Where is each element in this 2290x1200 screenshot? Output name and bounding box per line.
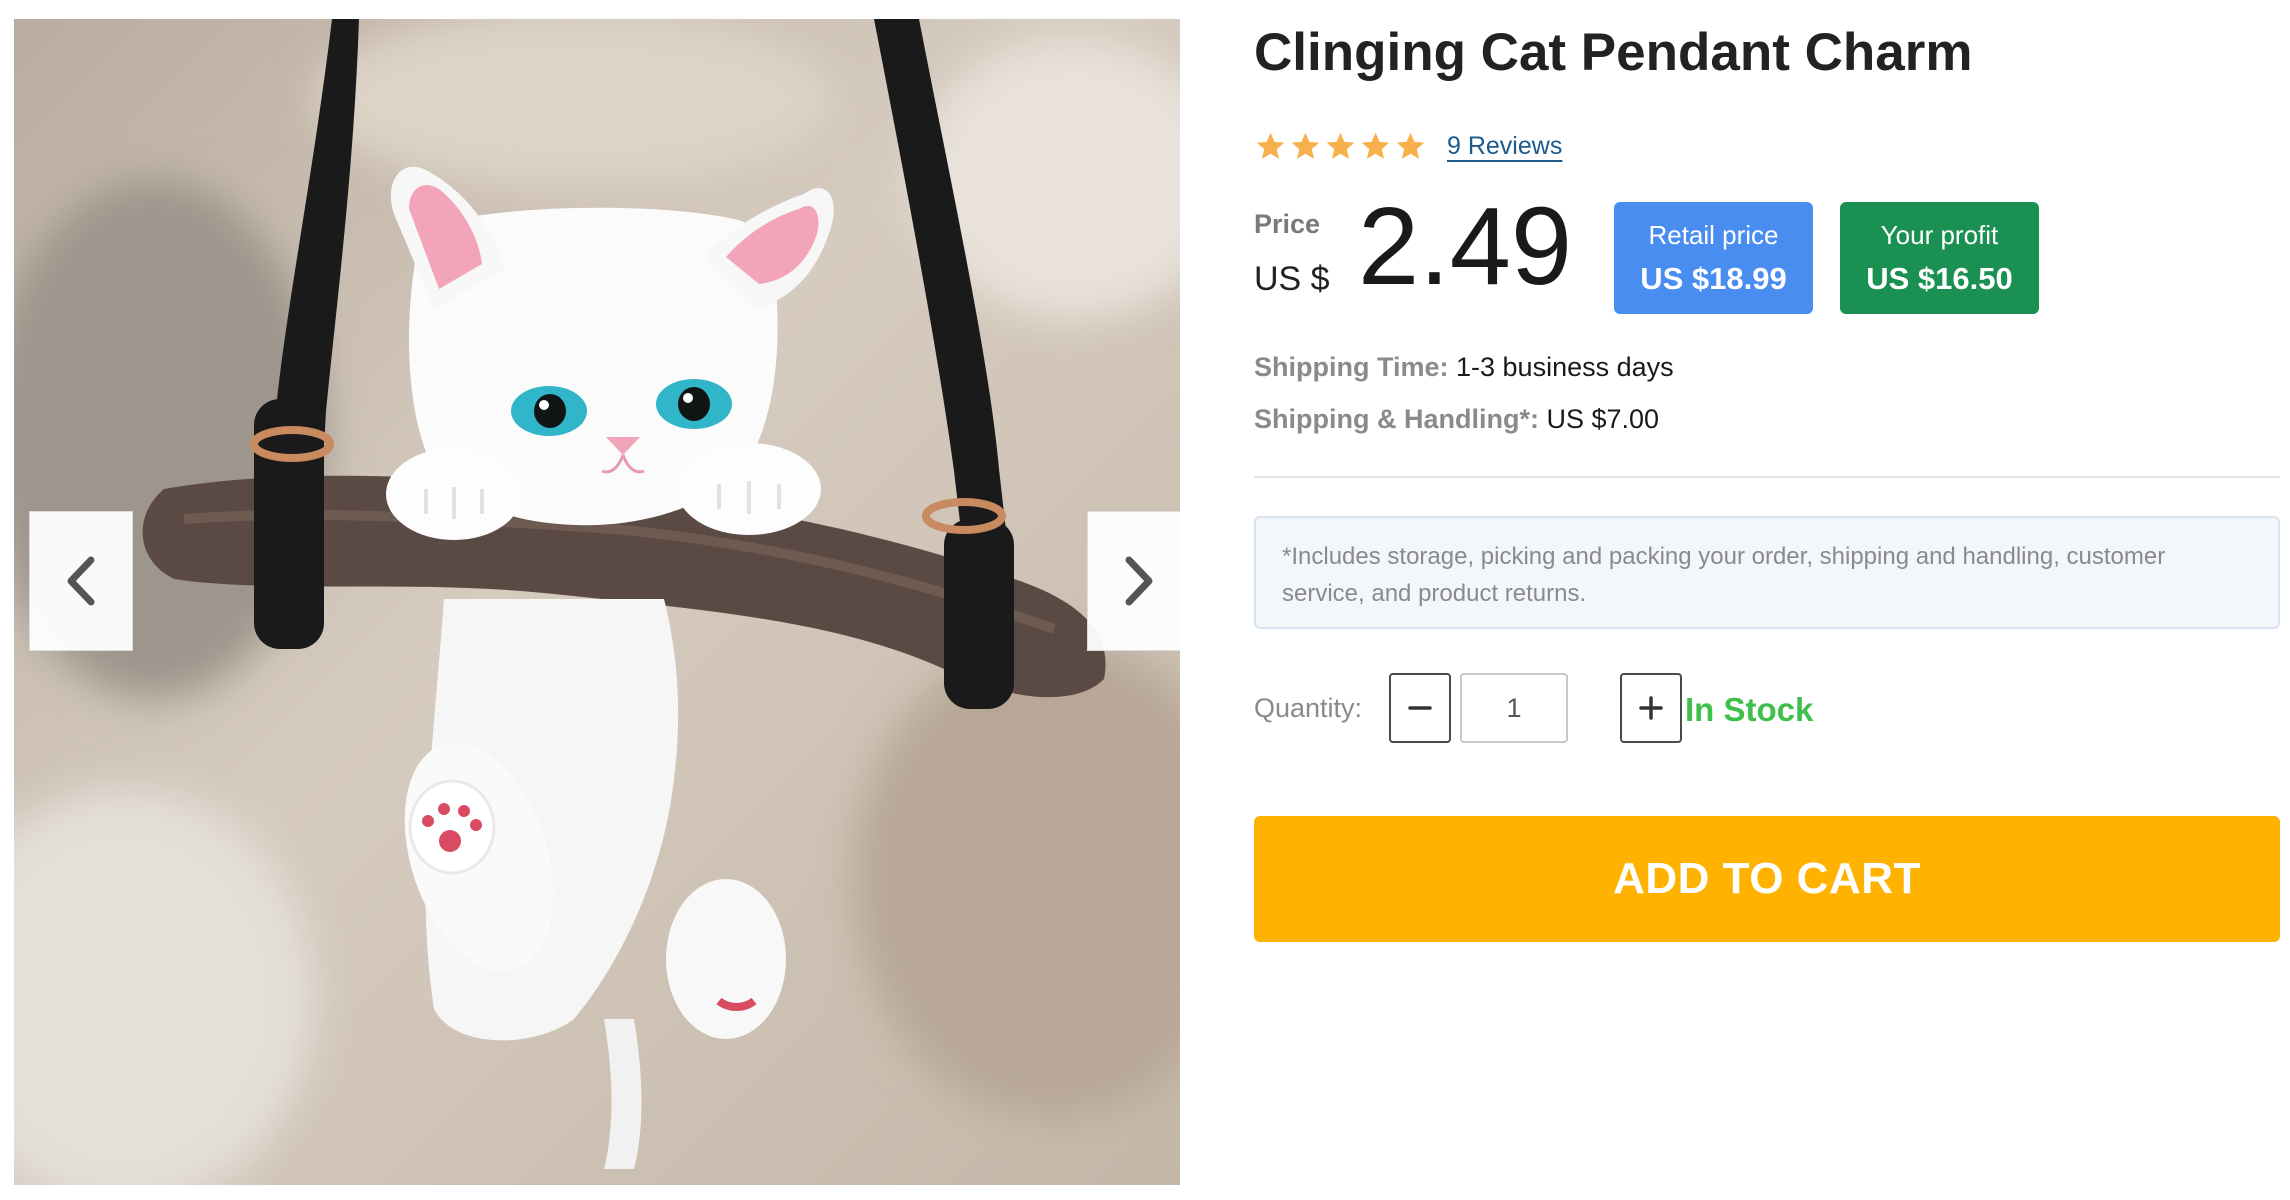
quantity-input[interactable] [1460, 673, 1568, 743]
profit-badge: Your profit US $16.50 [1840, 202, 2039, 314]
star-rating [1254, 130, 1427, 163]
product-image [14, 19, 1180, 1185]
decrease-quantity-button[interactable] [1389, 673, 1451, 743]
retail-price-value: US $18.99 [1640, 260, 1787, 296]
star-icon [1326, 132, 1355, 159]
shipping-handling-row: Shipping & Handling*: US $7.00 [1254, 404, 1659, 435]
price-label: Price [1254, 209, 1321, 239]
product-image-gallery [14, 19, 1180, 1185]
profit-label: Your profit [1880, 219, 1999, 250]
price-currency: US $ [1254, 260, 1330, 298]
profit-value: US $16.50 [1866, 260, 2013, 296]
next-image-button[interactable] [1087, 511, 1180, 651]
reviews-link[interactable]: 9 Reviews [1447, 132, 1562, 161]
minus-icon [1408, 706, 1432, 710]
quantity-label: Quantity: [1254, 693, 1363, 723]
shipping-handling-label: Shipping & Handling*: [1254, 404, 1539, 434]
chevron-left-icon [67, 556, 95, 606]
divider [1254, 476, 2280, 478]
rating-row: 9 Reviews [1254, 126, 1562, 166]
shipping-handling-value: US $7.00 [1546, 404, 1660, 434]
star-icon [1291, 132, 1320, 159]
retail-price-badge: Retail price US $18.99 [1614, 202, 1813, 314]
prev-image-button[interactable] [29, 511, 133, 651]
product-title: Clinging Cat Pendant Charm [1254, 23, 1973, 82]
star-icon [1361, 132, 1390, 159]
stock-status: In Stock [1685, 691, 1814, 728]
star-icon [1396, 132, 1425, 159]
price-value: 2.49 [1358, 185, 1573, 308]
retail-price-label: Retail price [1648, 219, 1779, 250]
shipping-time-row: Shipping Time: 1-3 business days [1254, 352, 1674, 383]
shipping-time-label: Shipping Time: [1254, 352, 1449, 382]
star-icon [1256, 132, 1285, 159]
add-to-cart-button[interactable]: ADD TO CART [1254, 816, 2280, 942]
shipping-note: *Includes storage, picking and packing y… [1254, 516, 2280, 629]
shipping-time-value: 1-3 business days [1456, 352, 1674, 382]
increase-quantity-button[interactable] [1620, 673, 1682, 743]
chevron-right-icon [1125, 556, 1153, 606]
plus-icon [1639, 696, 1663, 720]
